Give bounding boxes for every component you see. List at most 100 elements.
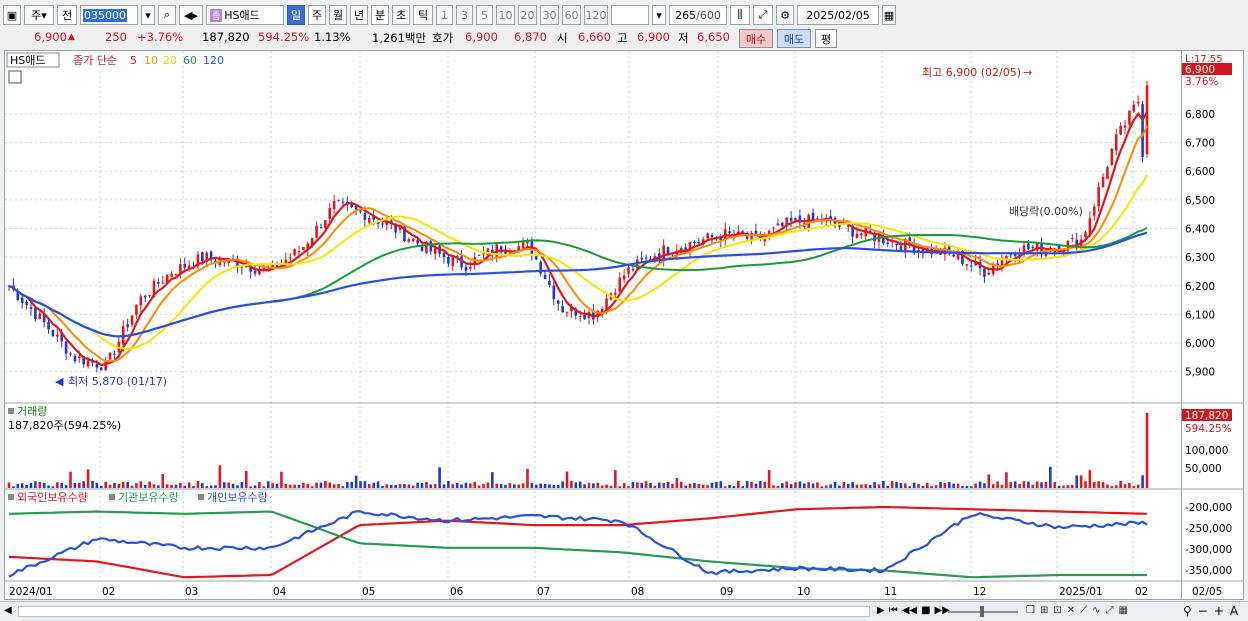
interval-30[interactable]: 30 — [540, 5, 559, 25]
copy-icon[interactable]: ❐ — [1026, 605, 1035, 616]
scrollbar[interactable]: ◀ ▶ ⏮ ◀◀ ■ ▶▶ ❐ ⊞ ⊡ ✕ ⟋ ∿ ⤢ ▦ ⚲ − + A — [0, 601, 1248, 621]
zoomin-icon[interactable]: ⤢ — [1106, 605, 1114, 616]
volume-bar — [943, 483, 947, 488]
stop-icon[interactable]: ■ — [921, 605, 930, 616]
volume-bar — [767, 470, 771, 488]
candle-body — [548, 280, 551, 285]
scroll-left-icon[interactable]: ◀ — [4, 605, 12, 616]
settings-gear-icon[interactable]: ⚙ — [776, 5, 794, 25]
table-toggle-icon[interactable] — [8, 70, 22, 84]
volume-bar — [1136, 484, 1140, 488]
date-input[interactable]: 2025/02/05 — [797, 5, 879, 25]
period-year[interactable]: 년 — [350, 5, 368, 25]
interval-60[interactable]: 60 — [562, 5, 581, 25]
line-icon[interactable]: ∿ — [1092, 605, 1100, 616]
volume-bar — [170, 485, 173, 488]
volume-bar — [376, 481, 380, 488]
arrow-right-icon: → — [1023, 66, 1032, 79]
volume-bar — [802, 483, 806, 488]
volume-bar — [201, 483, 204, 488]
price-tick-label: 6,600 — [1185, 166, 1215, 178]
interval-120[interactable]: 120 — [584, 5, 608, 25]
ma10-line — [8, 125, 1148, 363]
period-tick[interactable]: 틱 — [413, 5, 433, 25]
interval-input[interactable] — [611, 5, 649, 25]
speaker-icon[interactable]: ◀▸ — [179, 5, 203, 25]
candle-body — [855, 233, 859, 239]
font-size-icon[interactable]: A — [1230, 604, 1238, 618]
stock-code-input[interactable]: 035000 — [80, 5, 138, 25]
buy-button[interactable]: 매수 — [739, 29, 773, 48]
draw-tool-icon[interactable]: ⤢ — [753, 5, 773, 25]
period-day[interactable]: 일 — [287, 5, 305, 25]
high-label: 고 — [617, 31, 628, 45]
interval-3[interactable]: 3 — [456, 5, 473, 25]
grid-icon[interactable]: ▦ — [1119, 605, 1128, 616]
volume-bar — [662, 483, 665, 488]
volume-bar — [64, 485, 68, 488]
volume-bar — [47, 485, 50, 488]
back-icon[interactable]: ◀◀ — [902, 605, 917, 616]
scroll-right-icon[interactable]: ▶ — [877, 605, 885, 616]
candle-body — [29, 307, 33, 309]
legend-ma5: 5 — [130, 54, 137, 67]
candle-body — [262, 267, 266, 269]
chart-plot-area[interactable]: HS애드 종가 단순 5 10 20 60 120 최고 6,900 (02/0… — [4, 50, 1182, 600]
chevron-down-icon[interactable]: ▾ — [652, 5, 666, 25]
volume-bar — [904, 483, 907, 488]
volume-bar — [139, 481, 143, 488]
price-axis: L:17.55 6,900 3.76% 6,800 6,700 6,600 6,500… — [1182, 50, 1244, 600]
volume-bar — [297, 484, 301, 488]
interval-20[interactable]: 20 — [518, 5, 537, 25]
volume-bar — [851, 482, 854, 488]
candle-type-icon[interactable]: ⫼ — [730, 5, 750, 25]
volume-bar — [499, 484, 503, 488]
low-label: 저 — [678, 31, 689, 45]
rewind-icon[interactable]: ⏮ — [889, 605, 898, 616]
calendar-icon[interactable]: ▦ — [882, 5, 896, 25]
period-month[interactable]: 월 — [329, 5, 347, 25]
eval-button[interactable]: 평 — [815, 29, 837, 48]
count-field[interactable]: 265/600 — [669, 5, 727, 25]
minus-icon[interactable]: − — [1198, 604, 1208, 618]
zoom-slider-handle[interactable] — [980, 606, 984, 617]
volume-bar — [491, 472, 494, 488]
fit-icon[interactable]: ⊡ — [1053, 605, 1061, 616]
scroll-track[interactable] — [18, 606, 870, 617]
legend-foreign: 외국인보유수량 — [17, 491, 88, 504]
interval-1[interactable]: 1 — [436, 5, 453, 25]
sell-button[interactable]: 매도 — [777, 29, 811, 48]
volume-bar — [965, 485, 969, 488]
window-icon[interactable]: ▣ — [3, 5, 21, 25]
volume-bar — [455, 482, 459, 488]
volume-bar — [227, 482, 230, 488]
chevron-down-icon[interactable]: ▾ — [141, 5, 155, 25]
volume-bar — [266, 481, 270, 488]
stock-name-field[interactable]: 종 HS애드 — [206, 5, 284, 25]
interval-10[interactable]: 10 — [496, 5, 515, 25]
volume-bar — [1066, 485, 1070, 488]
candle-body — [565, 312, 569, 314]
volume-bar — [284, 483, 288, 488]
period-second[interactable]: 초 — [392, 5, 410, 25]
volume-bar — [1092, 482, 1096, 488]
period-week[interactable]: 주 — [308, 5, 326, 25]
price-tick-label: 6,500 — [1185, 195, 1215, 207]
volume-bar — [798, 481, 802, 488]
volume-bar — [618, 486, 622, 488]
period-minute[interactable]: 분 — [371, 5, 389, 25]
search-icon[interactable]: ⌕ — [158, 5, 176, 25]
cross-icon[interactable]: ✕ — [1067, 605, 1075, 616]
prefix-button[interactable]: 전 — [57, 5, 77, 25]
x-axis-label: 02 — [102, 586, 115, 598]
volume-bar — [622, 483, 626, 488]
trend-icon[interactable]: ⟋ — [1080, 605, 1087, 616]
interval-5[interactable]: 5 — [476, 5, 493, 25]
market-select[interactable]: 주 ▾ — [24, 5, 54, 25]
volume-bar — [222, 482, 226, 488]
split-icon[interactable]: ⊞ — [1040, 605, 1048, 616]
volume-bar — [460, 484, 463, 488]
plus-icon[interactable]: + — [1214, 604, 1224, 618]
pin-icon[interactable]: ⚲ — [1183, 604, 1192, 618]
candle-body — [34, 308, 37, 320]
